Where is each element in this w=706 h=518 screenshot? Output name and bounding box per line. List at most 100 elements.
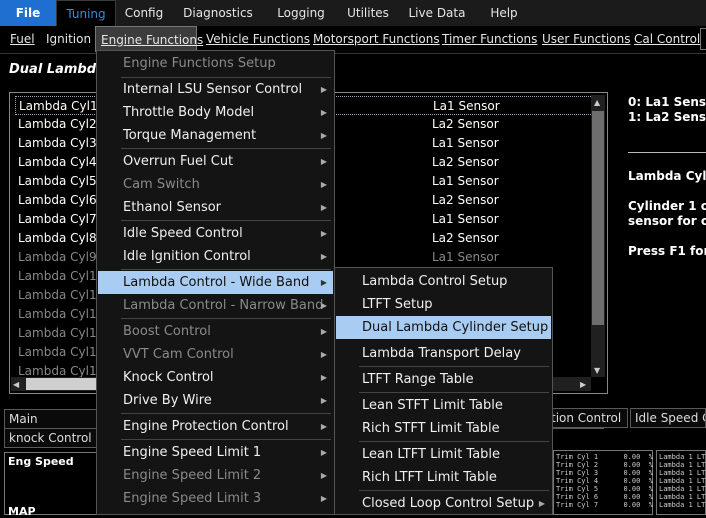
- fuel-control-tab[interactable]: tion Control: [548, 408, 628, 428]
- submenu-overflow[interactable]: [700, 28, 706, 50]
- submenu-item-label: Closed Loop Control Setup: [362, 496, 535, 511]
- menu-utilities[interactable]: Utilites: [340, 0, 396, 26]
- submenu-timer-functions-label: Timer Functions: [442, 32, 538, 46]
- menu-item-idle-ignition-control[interactable]: Idle Ignition Control ▶: [98, 245, 333, 268]
- menu-item-label: Lambda Control - Narrow Band: [123, 298, 324, 313]
- ltft-row: Lambda 1 LTFT: [659, 485, 706, 493]
- list-row-name: Lambda Cyl10: [18, 269, 105, 283]
- menu-item-engine-speed-limit-2[interactable]: Engine Speed Limit 2 ▶: [98, 464, 333, 487]
- menu-item-throttle-body-model[interactable]: Throttle Body Model ▶: [98, 101, 333, 124]
- ltft-row: Lambda 1 LTFT: [659, 469, 706, 477]
- submenu-arrow-icon: ▶: [320, 396, 327, 405]
- menu-item-idle-speed-control[interactable]: Idle Speed Control ▶: [98, 222, 333, 245]
- menu-item-ethanol-sensor[interactable]: Ethanol Sensor ▶: [98, 196, 333, 219]
- submenu-motorsport-functions-label: Motorsport Functions: [313, 32, 440, 46]
- ltft-row: Lambda 1 LTFT: [659, 477, 706, 485]
- submenu-item-ltft-range-table[interactable]: LTFT Range Table: [336, 368, 551, 391]
- submenu-timer-functions[interactable]: Timer Functions: [442, 26, 537, 52]
- list-row-name: Lambda Cyl13: [18, 326, 105, 340]
- menu-item-cam-switch[interactable]: Cam Switch ▶: [98, 173, 333, 196]
- menu-item-label: Knock Control: [123, 370, 214, 385]
- menu-item-label: Lambda Control - Wide Band: [123, 275, 310, 290]
- menu-item-drive-by-wire[interactable]: Drive By Wire ▶: [98, 389, 333, 412]
- menu-item-engine-speed-limit-1[interactable]: Engine Speed Limit 1 ▶: [98, 441, 333, 464]
- menu-item-knock-control[interactable]: Knock Control ▶: [98, 366, 333, 389]
- menu-tuning[interactable]: Tuning: [56, 0, 116, 26]
- list-row-value: La1 Sensor: [432, 250, 499, 264]
- menu-item-engine-functions-setup[interactable]: Engine Functions Setup: [98, 52, 333, 75]
- menu-item-boost-control[interactable]: Boost Control ▶: [98, 320, 333, 343]
- menu-item-lambda-wide-band[interactable]: Lambda Control - Wide Band ▶: [98, 271, 333, 294]
- submenu-item-lambda-transport-delay[interactable]: Lambda Transport Delay: [336, 342, 551, 365]
- submenu-arrow-icon: ▶: [320, 203, 327, 212]
- main-menubar: File Tuning Config Diagnostics Logging U…: [0, 0, 706, 26]
- menu-config[interactable]: Config: [116, 0, 172, 26]
- submenu-item-lambda-control-setup[interactable]: Lambda Control Setup: [336, 270, 551, 293]
- list-row-value: La2 Sensor: [432, 193, 499, 207]
- menu-file[interactable]: File: [0, 0, 56, 26]
- menu-item-torque-management[interactable]: Torque Management ▶: [98, 124, 333, 147]
- submenu-vehicle-functions[interactable]: Vehicle Functions: [206, 26, 310, 52]
- ltft-row: Lambda 1 LTFT: [659, 453, 706, 461]
- menu-separator: [359, 441, 549, 442]
- list-row-value: La2 Sensor: [432, 155, 499, 169]
- menu-diagnostics[interactable]: Diagnostics: [177, 0, 259, 26]
- submenu-fuel[interactable]: Fuel: [10, 26, 35, 52]
- submenu-cal-control[interactable]: Cal Control: [634, 26, 700, 52]
- submenu-item-closed-loop-control-setup[interactable]: Closed Loop Control Setup ▶: [336, 492, 551, 515]
- menu-help[interactable]: Help: [485, 0, 523, 26]
- list-row-name: Lambda Cyl14: [18, 345, 105, 359]
- scroll-down-icon[interactable]: ▼: [594, 366, 600, 375]
- submenu-ignition[interactable]: Ignition: [46, 26, 91, 52]
- trim-row: Trim Cyl 7 0.00 %: [556, 501, 653, 509]
- menu-item-vvt-cam-control[interactable]: VVT Cam Control ▶: [98, 343, 333, 366]
- info-divider: [628, 152, 706, 153]
- knock-control-tab[interactable]: knock Control: [4, 428, 104, 448]
- submenu-arrow-icon: ▶: [320, 471, 327, 480]
- submenu-ignition-label: Ignition: [46, 32, 92, 46]
- submenu-item-lean-stft-limit[interactable]: Lean STFT Limit Table: [336, 394, 551, 417]
- submenu-arrow-icon: ▶: [320, 301, 327, 310]
- submenu-item-rich-ltft-limit[interactable]: Rich LTFT Limit Table: [336, 466, 551, 489]
- list-row-value: La2 Sensor: [432, 117, 499, 131]
- menu-item-engine-protection[interactable]: Engine Protection Control ▶: [98, 415, 333, 438]
- scroll-right-icon[interactable]: ▶: [580, 380, 586, 389]
- submenu-user-functions[interactable]: User Functions: [542, 26, 630, 52]
- menu-separator: [121, 148, 331, 149]
- idle-speed-label: Idle Speed C: [635, 411, 706, 425]
- list-row-value: La1 Sensor: [432, 174, 499, 188]
- menu-item-engine-speed-limit-3[interactable]: Engine Speed Limit 3 ▶: [98, 487, 333, 510]
- page-title: Dual Lambda: [9, 62, 105, 77]
- menu-separator: [359, 490, 549, 491]
- submenu-arrow-icon: ▶: [320, 350, 327, 359]
- menu-item-lambda-narrow-band[interactable]: Lambda Control - Narrow Band ▶: [98, 294, 333, 317]
- menu-item-label: Drive By Wire: [123, 393, 212, 408]
- submenu-arrow-icon: ▶: [320, 131, 327, 140]
- submenu-vehicle-functions-label: Vehicle Functions: [206, 32, 311, 46]
- menu-item-overrun-fuel-cut[interactable]: Overrun Fuel Cut ▶: [98, 150, 333, 173]
- submenu-item-label: Lean STFT Limit Table: [362, 398, 503, 413]
- idle-speed-tab[interactable]: Idle Speed C: [630, 408, 706, 428]
- submenu-item-rich-stft-limit[interactable]: Rich STFT Limit Table: [336, 417, 551, 440]
- menu-item-internal-lsu[interactable]: Internal LSU Sensor Control ▶: [98, 78, 333, 101]
- submenu-arrow-icon: ▶: [320, 108, 327, 117]
- submenu-item-label: Rich LTFT Limit Table: [362, 470, 497, 485]
- menu-logging[interactable]: Logging: [270, 0, 332, 26]
- submenu-item-label: Lean LTFT Limit Table: [362, 447, 501, 462]
- scroll-left-icon[interactable]: ◀: [13, 380, 19, 389]
- fuel-control-label: tion Control: [551, 411, 622, 425]
- engine-functions-menu: Engine Functions Setup Internal LSU Sens…: [96, 50, 335, 515]
- menu-item-label: VVT Cam Control: [123, 347, 234, 362]
- menu-separator: [121, 220, 331, 221]
- submenu-user-functions-label: User Functions: [542, 32, 631, 46]
- list-vertical-scroll-thumb[interactable]: [592, 111, 604, 325]
- submenu-motorsport-functions[interactable]: Motorsport Functions: [313, 26, 440, 52]
- submenu-engine-functions[interactable]: Engine Functions: [95, 26, 203, 52]
- submenu-arrow-icon: ▶: [320, 448, 327, 457]
- scroll-up-icon[interactable]: ▲: [594, 98, 600, 107]
- menu-live-data[interactable]: Live Data: [407, 0, 467, 26]
- submenu-item-ltft-setup[interactable]: LTFT Setup: [336, 293, 551, 316]
- submenu-item-lean-ltft-limit[interactable]: Lean LTFT Limit Table: [336, 443, 551, 466]
- info-heading: Lambda Cyl1 C: [628, 169, 706, 183]
- submenu-item-dual-lambda-cylinder-setup[interactable]: Dual Lambda Cylinder Setup: [336, 316, 551, 339]
